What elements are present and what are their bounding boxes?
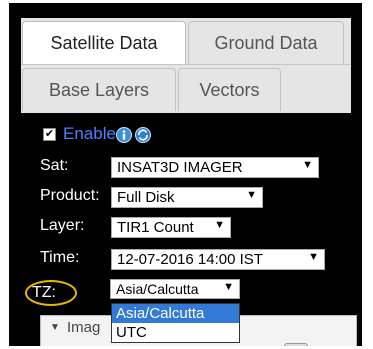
accordion-label: Imag [67, 319, 101, 336]
tab-base-layers[interactable]: Base Layers [22, 68, 176, 111]
tz-select[interactable]: Asia/Calcutta ▼ [110, 279, 240, 299]
tab-vectors-label: Vectors [199, 79, 260, 100]
tz-option-utc[interactable]: UTC [112, 323, 239, 342]
tab-satellite-data[interactable]: Satellite Data [22, 21, 186, 64]
tz-option-asia-calcutta[interactable]: Asia/Calcutta [112, 304, 239, 323]
layer-select-value: TIR1 Count [117, 219, 194, 236]
dropdown-arrow-icon: ▼ [302, 159, 313, 171]
enable-checkbox[interactable]: ✔ [43, 128, 56, 141]
tab-vectors[interactable]: Vectors [178, 68, 281, 111]
dropdown-arrow-icon: ▼ [223, 281, 234, 293]
tab-ground-data[interactable]: Ground Data [188, 21, 344, 64]
tab-satellite-data-label: Satellite Data [50, 32, 158, 53]
time-select-value: 12-07-2016 14:00 IST [117, 251, 263, 268]
tab-ground-data-label: Ground Data [214, 32, 318, 53]
layer-select[interactable]: TIR1 Count ▼ [111, 217, 231, 238]
slider-thumb[interactable] [284, 343, 308, 346]
layer-label: Layer: [40, 217, 85, 234]
tz-highlight-circle [25, 280, 77, 306]
time-select[interactable]: 12-07-2016 14:00 IST ▼ [111, 249, 325, 270]
product-label: Product: [40, 187, 100, 204]
product-select-value: Full Disk [117, 189, 175, 206]
product-select[interactable]: Full Disk ▼ [111, 187, 263, 208]
tab-bar: Satellite Data Ground Data Base Layers V… [21, 18, 351, 113]
dropdown-arrow-icon: ▼ [214, 219, 225, 231]
dropdown-arrow-icon: ▼ [246, 189, 257, 201]
time-label: Time: [40, 249, 80, 266]
sat-label: Sat: [40, 157, 69, 174]
enable-label[interactable]: Enable [63, 124, 116, 144]
refresh-icon[interactable] [135, 127, 151, 143]
sat-select[interactable]: INSAT3D IMAGER ▼ [111, 157, 319, 178]
sat-select-value: INSAT3D IMAGER [117, 159, 243, 176]
tz-dropdown-list: Asia/Calcutta UTC [111, 303, 240, 343]
dropdown-arrow-icon: ▼ [308, 251, 319, 263]
info-icon[interactable] [116, 127, 132, 143]
tz-select-value: Asia/Calcutta [116, 281, 199, 297]
tab-base-layers-label: Base Layers [48, 79, 150, 100]
triangle-down-icon: ▼ [50, 322, 60, 333]
tab-row-divider [21, 64, 351, 65]
